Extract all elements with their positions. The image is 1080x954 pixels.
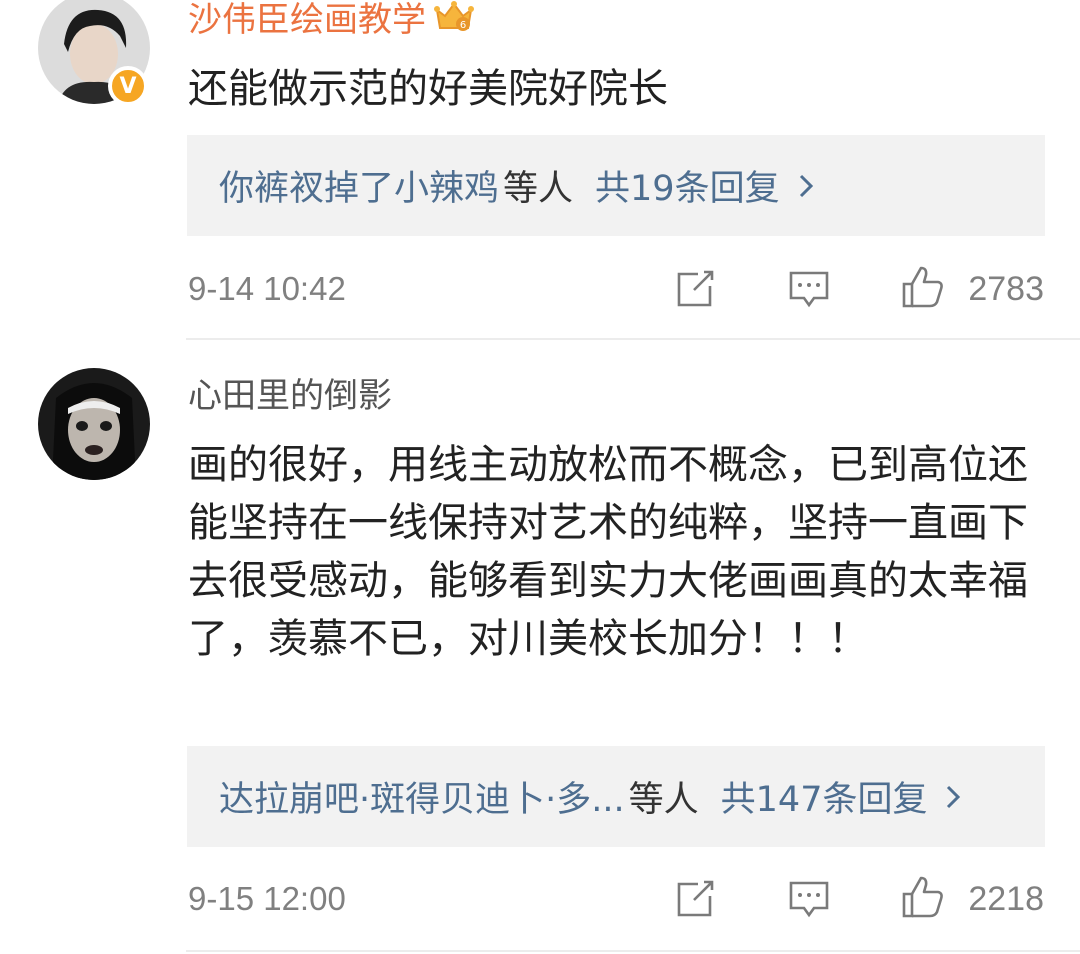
reply-users-suffix: 等人 [503,169,574,209]
like-count: 2783 [968,270,1044,308]
reply-count[interactable]: 共19条回复 [595,160,780,211]
like-count: 2218 [968,880,1044,918]
replies-summary[interactable]: 达拉崩吧·斑得贝迪卜·多... 等人 共147条回复 [187,746,1045,847]
comment-button[interactable] [788,878,830,924]
username[interactable]: 心田里的倒影 [188,376,392,416]
avatar[interactable] [38,368,150,480]
share-button[interactable] [674,878,716,924]
reply-users[interactable]: 你裤衩掉了小辣鸡 [219,160,499,211]
comment-footer: 9-15 12:00 2218 [188,872,1044,928]
thumbs-up-icon [902,266,943,308]
like-button[interactable] [900,874,946,924]
comment-button[interactable] [788,268,830,314]
comment-item: V 沙伟臣绘画教学 6 还能做示范的好美院好院长 你裤衩掉了小辣鸡 等人 共19… [0,0,1080,340]
like-button[interactable] [900,264,946,314]
comment-text: 还能做示范的好美院好院长 [188,66,668,112]
comment-icon [789,881,829,918]
username-text: 沙伟臣绘画教学 [188,0,426,40]
svg-text:6: 6 [460,20,466,31]
reply-count[interactable]: 共147条回复 [721,771,928,822]
share-icon [677,270,714,307]
comment-icon [789,271,829,308]
reply-users[interactable]: 达拉崩吧·斑得贝迪卜·多... [219,771,625,822]
verified-badge-icon: V [108,66,148,106]
share-icon [677,880,714,917]
comment-item: 心田里的倒影 画的很好，用线主动放松而不概念，已到高位还能坚持在一线保持对艺术的… [0,340,1080,954]
comment-footer: 9-14 10:42 2783 [188,262,1044,318]
divider [186,950,1080,952]
timestamp: 9-15 12:00 [188,880,346,917]
comment-text: 画的很好，用线主动放松而不概念，已到高位还能坚持在一线保持对艺术的纯粹，坚持一直… [188,442,1028,662]
avatar-image [38,368,150,480]
reply-users-suffix: 等人 [628,780,699,820]
username[interactable]: 沙伟臣绘画教学 6 [188,0,474,43]
thumbs-up-icon [902,876,943,918]
share-button[interactable] [674,268,716,314]
chevron-right-icon [798,172,814,200]
crown-icon: 6 [434,0,474,43]
chevron-right-icon [945,783,961,811]
replies-summary[interactable]: 你裤衩掉了小辣鸡 等人 共19条回复 [187,135,1045,236]
timestamp: 9-14 10:42 [188,270,346,307]
